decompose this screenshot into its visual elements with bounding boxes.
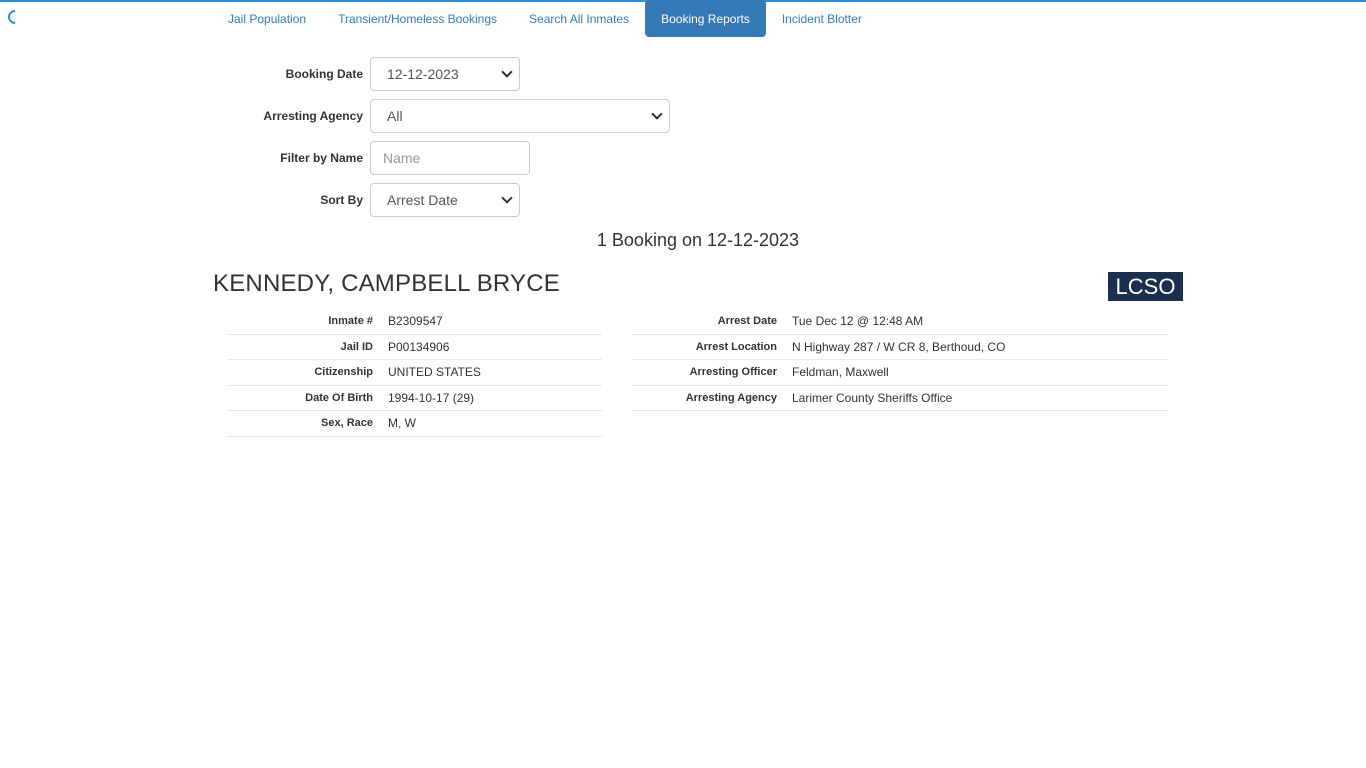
detail-label: Date Of Birth	[227, 385, 388, 411]
detail-label: Arresting Agency	[632, 385, 792, 411]
detail-row-arresting-officer: Arresting Officer Feldman, Maxwell	[632, 359, 1168, 386]
detail-value: Tue Dec 12 @ 12:48 AM	[792, 309, 1168, 335]
detail-label: Arrest Date	[632, 309, 792, 335]
sort-by-value: Arrest Date	[387, 192, 458, 208]
tab-search-all-inmates[interactable]: Search All Inmates	[513, 0, 645, 37]
agency-badge: LCSO	[1108, 272, 1183, 301]
sort-by-select[interactable]: Arrest Date	[370, 183, 520, 217]
arresting-agency-select[interactable]: All	[370, 99, 670, 133]
arresting-agency-row: Arresting Agency All	[211, 99, 670, 133]
sort-by-label: Sort By	[320, 193, 363, 207]
detail-value: B2309547	[388, 309, 602, 335]
filter-name-row: Filter by Name	[211, 141, 530, 175]
detail-row-inmate-number: Inmate # B2309547	[227, 309, 602, 335]
booking-date-value: 12-12-2023	[387, 66, 459, 82]
booking-date-select[interactable]: 12-12-2023	[370, 57, 520, 91]
detail-value: P00134906	[388, 334, 602, 360]
tab-incident-blotter[interactable]: Incident Blotter	[766, 0, 878, 37]
filter-name-label: Filter by Name	[280, 151, 363, 165]
arresting-agency-label: Arresting Agency	[263, 109, 363, 123]
detail-value: 1994-10-17 (29)	[388, 385, 602, 411]
main-nav: Jail Population Transient/Homeless Booki…	[212, 0, 878, 37]
booking-date-row: Booking Date 12-12-2023	[211, 57, 520, 91]
detail-row-sex-race: Sex, Race M, W	[227, 410, 602, 437]
inmate-details-table: Inmate # B2309547 Jail ID P00134906 Citi…	[227, 309, 602, 437]
tab-transient-homeless-bookings[interactable]: Transient/Homeless Bookings	[322, 0, 513, 37]
detail-label: Arrest Location	[632, 334, 792, 360]
chevron-down-icon	[501, 192, 513, 204]
detail-value: N Highway 287 / W CR 8, Berthoud, CO	[792, 334, 1168, 360]
detail-label: Arresting Officer	[632, 359, 792, 386]
booking-date-label: Booking Date	[285, 67, 363, 81]
inmate-name: KENNEDY, CAMPBELL BRYCE	[213, 270, 560, 297]
detail-value: Feldman, Maxwell	[792, 359, 1168, 386]
detail-row-jail-id: Jail ID P00134906	[227, 334, 602, 360]
sort-by-row: Sort By Arrest Date	[211, 183, 520, 217]
detail-row-arresting-agency: Arresting Agency Larimer County Sheriffs…	[632, 385, 1168, 411]
detail-value: Larimer County Sheriffs Office	[792, 385, 1168, 411]
detail-label: Sex, Race	[227, 410, 388, 437]
chevron-down-icon	[501, 66, 513, 78]
arresting-agency-value: All	[387, 108, 403, 124]
detail-row-arrest-date: Arrest Date Tue Dec 12 @ 12:48 AM	[632, 309, 1168, 335]
chevron-down-icon	[651, 108, 663, 120]
detail-label: Jail ID	[227, 334, 388, 360]
detail-row-date-of-birth: Date Of Birth 1994-10-17 (29)	[227, 385, 602, 411]
arrest-details-table: Arrest Date Tue Dec 12 @ 12:48 AM Arrest…	[632, 309, 1168, 411]
tab-jail-population[interactable]: Jail Population	[212, 0, 322, 37]
detail-value: UNITED STATES	[388, 359, 602, 386]
detail-label: Inmate #	[227, 309, 388, 335]
detail-row-arrest-location: Arrest Location N Highway 287 / W CR 8, …	[632, 334, 1168, 360]
detail-row-citizenship: Citizenship UNITED STATES	[227, 359, 602, 386]
name-filter-input[interactable]	[370, 141, 530, 175]
loading-spinner-icon	[5, 7, 25, 27]
detail-label: Citizenship	[227, 359, 388, 386]
booking-count-summary: 1 Booking on 12-12-2023	[596, 230, 800, 250]
detail-value: M, W	[388, 410, 602, 437]
tab-booking-reports[interactable]: Booking Reports	[645, 0, 766, 37]
